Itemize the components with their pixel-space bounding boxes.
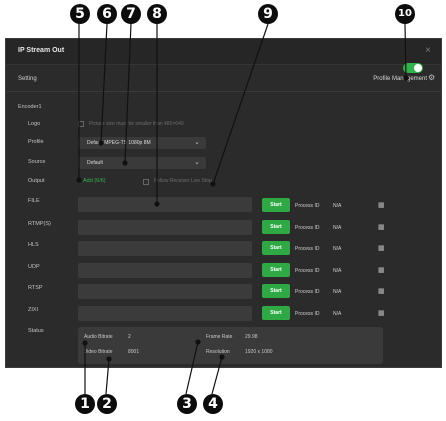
process-id-label: Process ID [295,268,320,274]
profile-management-link[interactable]: Profile Management [373,76,427,82]
encoder-label: Encoder1 [18,104,42,110]
output-type-label: HLS [28,242,39,248]
audio-bitrate-label: Audio Bitrate [84,334,113,340]
output-settings-icon[interactable]: ▦ [378,245,385,252]
follow-receiver-checkbox[interactable] [143,179,149,185]
follow-receiver-label: Follow Receiver Live Stop [154,178,212,184]
start-button[interactable]: Start [262,263,290,277]
frame-rate-value: 29.98 [245,334,258,340]
video-bitrate-value: 8001 [128,349,140,355]
output-url-input[interactable] [78,220,252,235]
start-button[interactable]: Start [262,198,290,212]
encoder-enable-toggle[interactable] [403,63,423,73]
process-id-label: Process ID [295,203,320,209]
callout-badge: 6 [97,4,117,24]
start-button[interactable]: Start [262,220,290,234]
process-id-value: N/A [333,203,342,209]
resolution-value: 1920 x 1080 [245,349,273,355]
source-label: Source [28,159,46,165]
output-url-input[interactable] [78,263,252,278]
output-settings-icon[interactable]: ▦ [378,310,385,317]
output-type-label: FILE [28,198,40,204]
process-id-value: N/A [333,289,342,295]
profile-select[interactable]: Default MPEG-TS 1080p 8M ⌄ [78,137,206,149]
callout-badge: 9 [258,4,278,24]
process-id-value: N/A [333,246,342,252]
process-id-value: N/A [333,311,342,317]
source-select-value: Default [87,160,103,166]
audio-bitrate-value: 2 [128,334,131,340]
output-settings-icon[interactable]: ▦ [378,267,385,274]
output-settings-icon[interactable]: ▦ [378,224,385,231]
callout-badge: 3 [177,394,197,414]
gear-icon[interactable]: ⚙ [428,74,436,82]
start-button[interactable]: Start [262,284,290,298]
output-label: Output [28,178,45,184]
logo-hint: Picture size must be smaller than 480×64… [89,121,184,127]
frame-rate-label: Frame Rate [206,334,233,340]
logo-checkbox[interactable] [78,121,84,127]
setting-header: Setting Profile Management ⚙ [6,66,441,92]
callout-badge: 10 [395,4,415,24]
callout-badge: 2 [97,394,117,414]
status-label: Status [28,328,44,334]
callout-badge: 1 [75,394,95,414]
callout-badge: 7 [121,4,141,24]
process-id-value: N/A [333,268,342,274]
logo-label: Logo [28,121,41,127]
output-settings-icon[interactable]: ▦ [378,202,385,209]
process-id-value: N/A [333,225,342,231]
start-button[interactable]: Start [262,241,290,255]
source-select[interactable]: Default ⌄ [78,157,206,169]
setting-label: Setting [18,76,37,82]
chevron-down-icon: ⌄ [194,139,200,146]
title-bar: IP Stream Out × [6,39,441,65]
output-url-input[interactable] [78,241,252,256]
dialog-title: IP Stream Out [18,47,65,54]
profile-select-value: Default MPEG-TS 1080p 8M [87,140,151,146]
process-id-label: Process ID [295,225,320,231]
resolution-label: Resolution [206,349,230,355]
output-url-input[interactable] [78,197,252,212]
process-id-label: Process ID [295,289,320,295]
process-id-label: Process ID [295,246,320,252]
process-id-label: Process ID [295,311,320,317]
chevron-down-icon: ⌄ [194,159,200,166]
output-type-label: RTMP(S) [28,221,51,227]
start-button[interactable]: Start [262,306,290,320]
output-settings-icon[interactable]: ▦ [378,288,385,295]
output-url-input[interactable] [78,306,252,321]
output-url-input[interactable] [78,284,252,299]
close-icon[interactable]: × [425,45,431,56]
output-type-label: ZIXI [28,307,39,313]
add-output-link[interactable]: Add (6/6) [83,178,106,184]
callout-badge: 4 [203,394,223,414]
output-type-label: RTSP [28,285,43,291]
callout-badge: 8 [147,4,167,24]
status-panel [78,327,383,364]
video-bitrate-label: Video Bitrate [84,349,113,355]
output-type-label: UDP [28,264,40,270]
profile-label: Profile [28,139,44,145]
callout-badge: 5 [70,4,90,24]
